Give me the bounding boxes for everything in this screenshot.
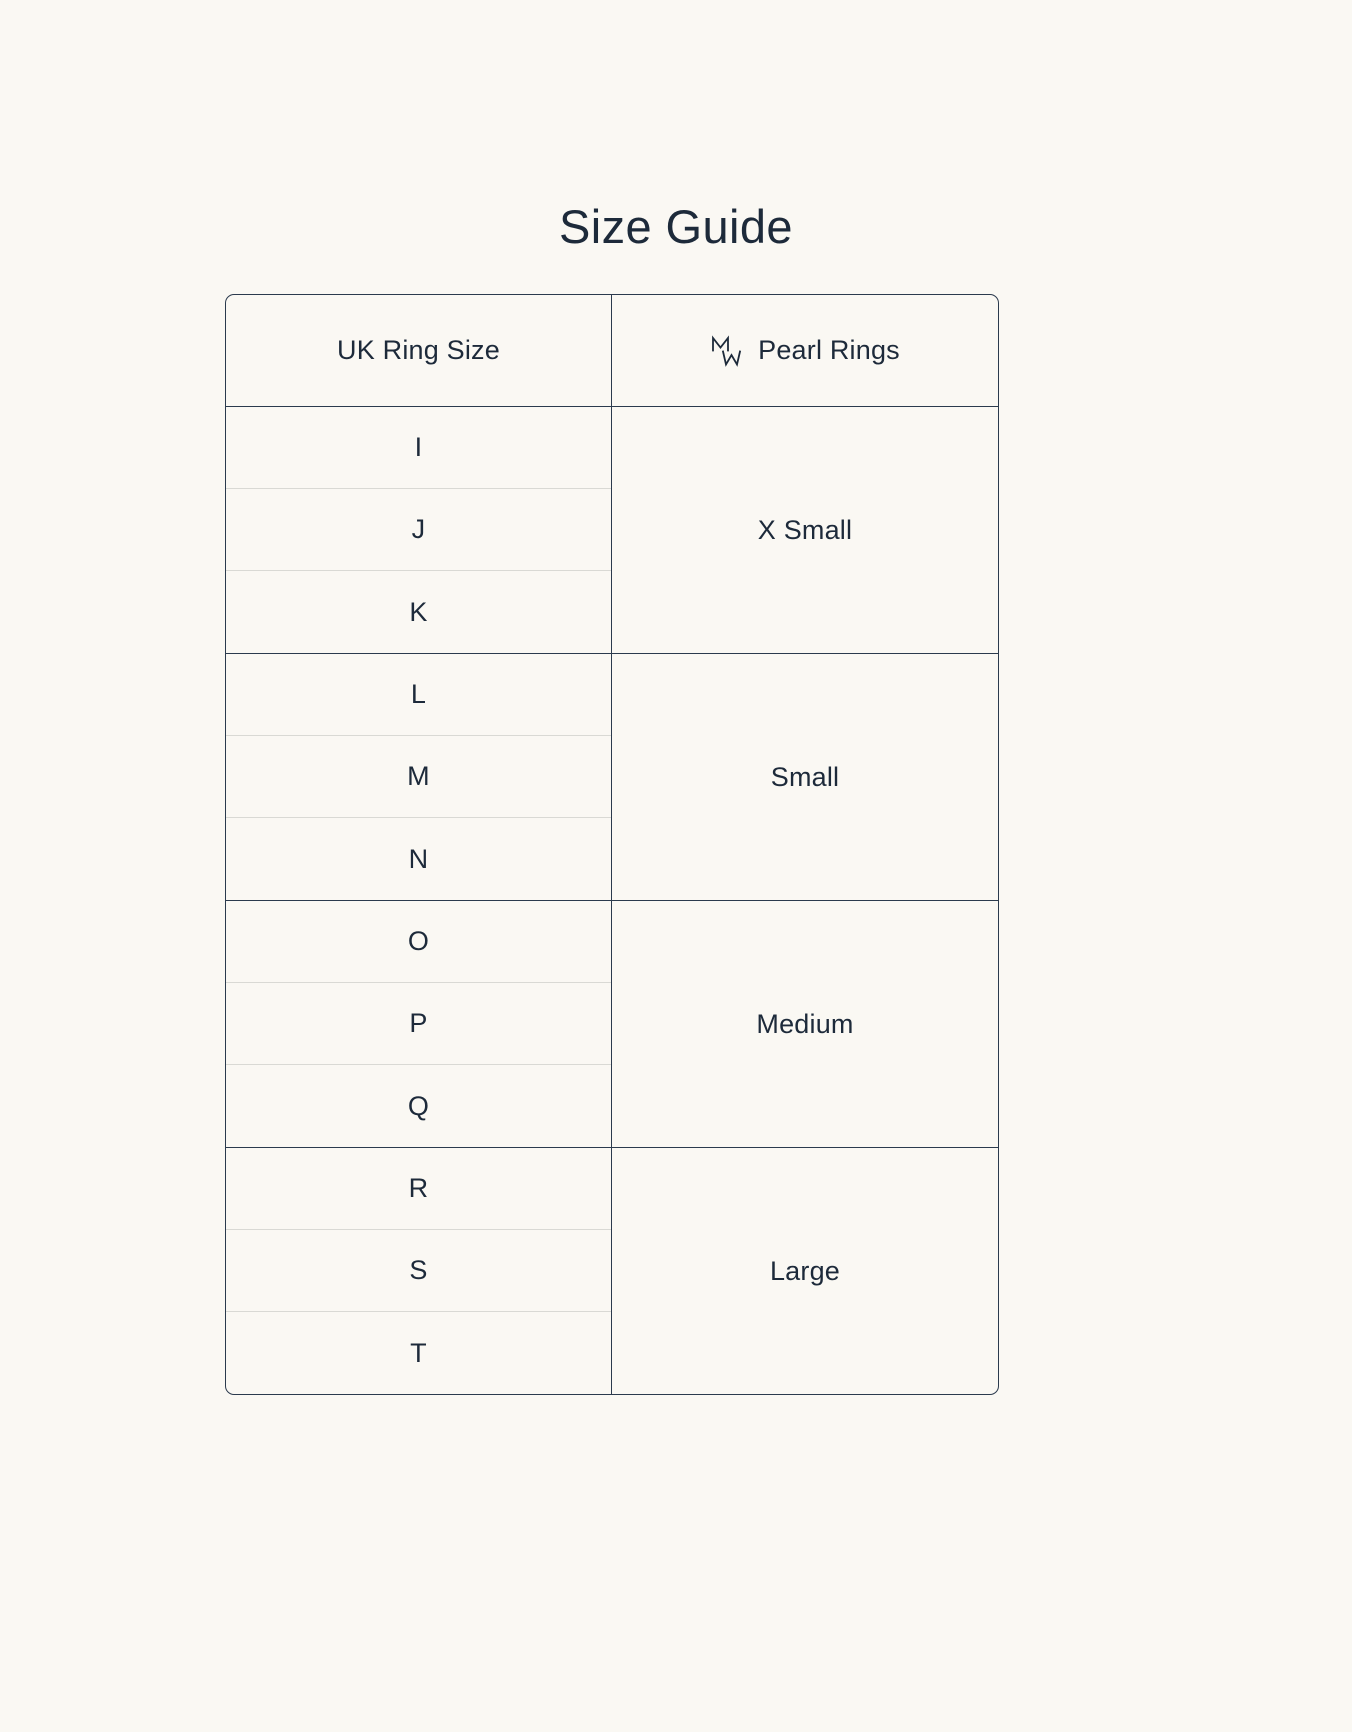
table-row: P <box>226 983 611 1065</box>
ring-size-value: O <box>407 926 430 956</box>
ring-size-value: J <box>411 514 426 544</box>
ring-size-value: K <box>409 596 428 627</box>
size-guide-table: UK Ring Size Pearl Rings I J K X Small L… <box>225 294 999 1395</box>
size-group-x-small: I J K X Small <box>226 407 998 654</box>
pearl-size-cell-x-small: X Small <box>612 407 998 653</box>
ring-size-list-x-small: I J K <box>226 407 612 653</box>
ring-size-list-large: R S T <box>226 1148 612 1394</box>
table-row: K <box>226 571 611 653</box>
size-guide-page: Size Guide UK Ring Size Pearl Rings I J … <box>0 0 1352 1732</box>
ring-size-list-medium: O P Q <box>226 901 612 1147</box>
column-header-uk-ring-size: UK Ring Size <box>226 295 612 406</box>
ring-size-value: M <box>407 761 430 791</box>
table-row: S <box>226 1230 611 1312</box>
ring-size-value: T <box>410 1337 427 1368</box>
column-header-pearl-rings-label: Pearl Rings <box>758 335 900 365</box>
table-row: N <box>226 818 611 900</box>
column-header-uk-ring-size-label: UK Ring Size <box>337 335 500 365</box>
ring-size-list-small: L M N <box>226 654 612 900</box>
pearl-size-label: Large <box>769 1255 841 1286</box>
table-row: T <box>226 1312 611 1394</box>
ring-size-value: I <box>414 432 423 462</box>
ring-size-value: P <box>409 1008 428 1038</box>
page-title: Size Guide <box>559 200 793 254</box>
pearl-size-label: Medium <box>756 1008 854 1039</box>
pearl-size-cell-small: Small <box>612 654 998 900</box>
mw-monogram-logo-icon <box>710 334 744 368</box>
ring-size-value: L <box>410 679 427 709</box>
table-row: J <box>226 489 611 571</box>
ring-size-value: Q <box>407 1090 430 1121</box>
size-group-small: L M N Small <box>226 654 998 901</box>
column-header-pearl-rings: Pearl Rings <box>612 295 998 406</box>
table-row: M <box>226 736 611 818</box>
ring-size-value: R <box>408 1173 429 1203</box>
ring-size-value: N <box>408 843 429 874</box>
table-row: L <box>226 654 611 736</box>
table-row: R <box>226 1148 611 1230</box>
table-header-row: UK Ring Size Pearl Rings <box>226 295 998 407</box>
pearl-size-label: X Small <box>757 514 853 545</box>
size-group-medium: O P Q Medium <box>226 901 998 1148</box>
pearl-size-label: Small <box>770 761 840 792</box>
table-row: Q <box>226 1065 611 1147</box>
pearl-size-cell-medium: Medium <box>612 901 998 1147</box>
ring-size-value: S <box>409 1255 428 1285</box>
table-row: I <box>226 407 611 489</box>
size-group-large: R S T Large <box>226 1148 998 1394</box>
brand-lockup: Pearl Rings <box>710 334 900 368</box>
table-row: O <box>226 901 611 983</box>
pearl-size-cell-large: Large <box>612 1148 998 1394</box>
